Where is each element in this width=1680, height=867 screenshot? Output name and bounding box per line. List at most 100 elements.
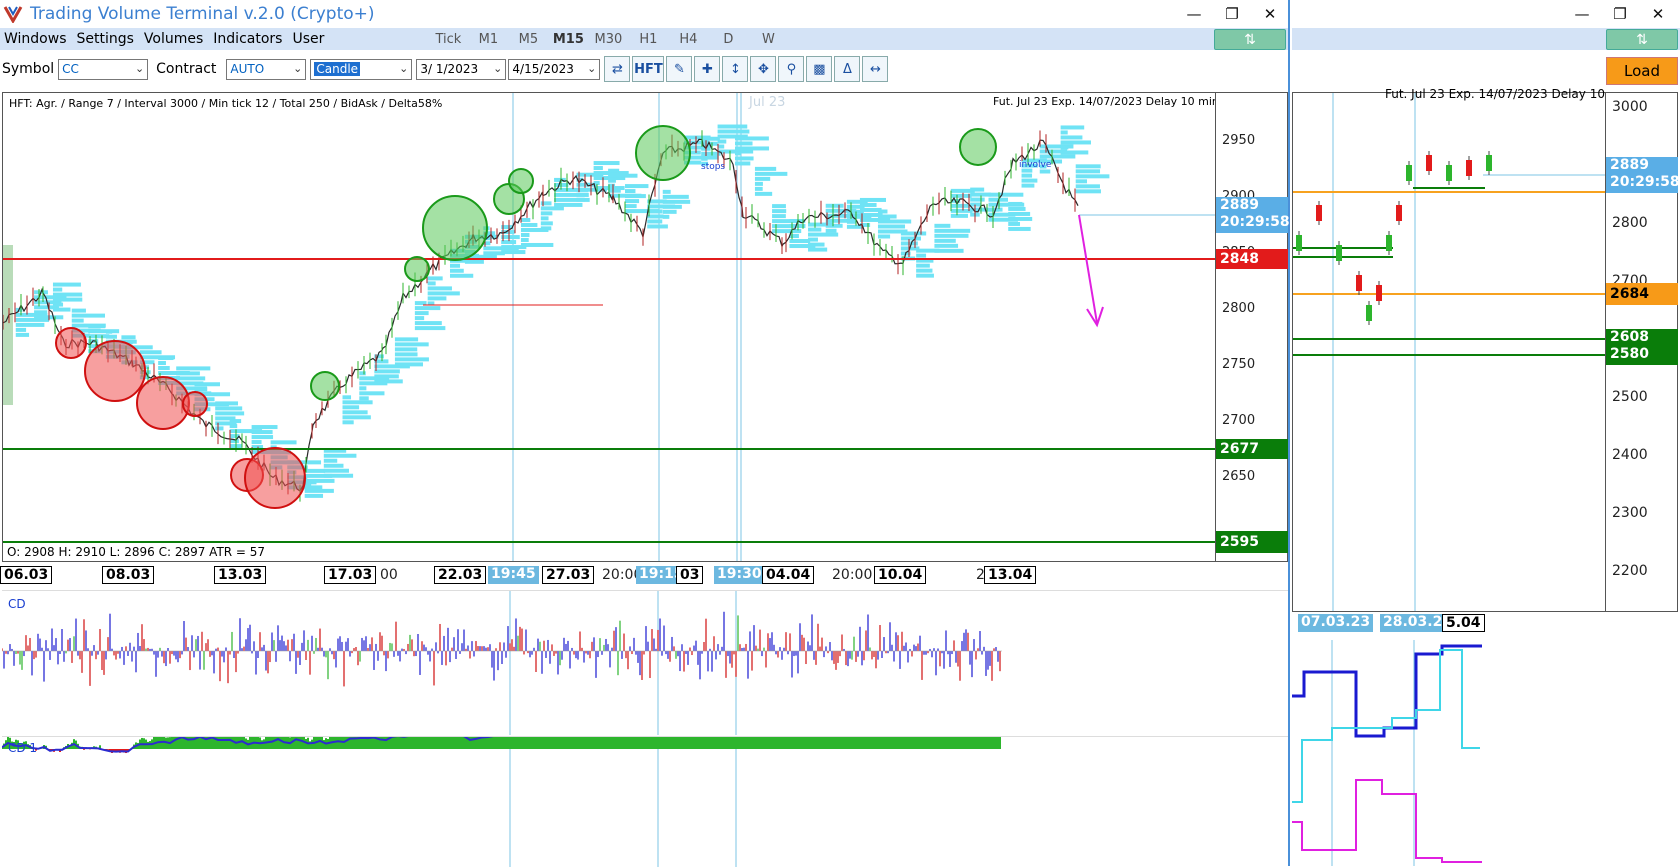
volume-profile-bar [772,224,791,229]
volume-profile-bar [772,204,786,209]
time-axis[interactable]: 06.03 08.03 13.03 17.03 00 22.03 19:45 2… [0,566,1288,588]
forecast-arrow [1078,214,1098,324]
volume-profile-bar [427,281,436,286]
vertical-fit-button[interactable]: ↕ [722,56,749,82]
side-price-axis[interactable]: 3000 2900 2800 2700 2600 2500 2400 2300 … [1605,93,1680,611]
title-bar: Trading Volume Terminal v.2.0 (Crypto+) … [0,0,1288,28]
scroll-tool-button[interactable]: ⇄ [604,56,631,82]
volume-profile-bar [304,488,334,493]
menu-windows[interactable]: Windows [4,31,67,47]
tf-d[interactable]: D [708,32,748,47]
volume-profile-bar [359,391,385,396]
volume-profile-bar [71,313,105,318]
x-label: 19:45 [488,566,539,584]
hft-label: HFT [634,61,663,77]
tf-w[interactable]: W [748,32,788,47]
volume-profile-bar [215,406,243,411]
menu-settings[interactable]: Settings [77,31,134,47]
volume-profile-bar [52,307,71,312]
volume-profile-bar [139,350,162,355]
menu-indicators[interactable]: Indicators [213,31,282,47]
volume-profile-bar [464,259,484,264]
volume-profile-bar [342,410,368,415]
crosshair-button[interactable]: ✚ [694,56,721,82]
tf-tick[interactable]: Tick [428,32,468,47]
volume-profile-bar [754,176,771,181]
hft-button[interactable]: HFT [632,56,665,82]
x-label: 03 [676,566,704,584]
volume-profile-bar [734,151,742,156]
volume-profile-bar [608,178,616,183]
tf-m5[interactable]: M5 [508,32,548,47]
price-axis[interactable]: 2950 2900 2850 2800 2750 2700 2650 28892… [1215,93,1290,561]
contract-select[interactable]: AUTO ⌄ [226,58,307,80]
volume-profile-bar [105,334,117,339]
volume-profile-bar [916,263,930,268]
range-button[interactable]: ↔ [862,56,889,82]
main-chart-canvas[interactable]: stops involve [3,93,1287,561]
volume-profile-bar [900,231,927,236]
menu-user[interactable]: User [292,31,324,47]
volume-profile-bar [251,425,278,430]
refresh-button[interactable]: ⇅ [1214,29,1286,50]
close-button[interactable]: ✕ [1646,2,1670,26]
date-to-picker[interactable]: 4/15/2023 ⌄ [508,58,601,80]
refresh-button[interactable]: ⇅ [1606,29,1678,50]
side-chart[interactable]: Fut. Jul 23 Exp. 14/07/2023 Delay 10 min… [1292,87,1680,612]
volume-profile-bar [1021,173,1033,178]
sell-bubble [182,391,208,417]
volume-profile-bar [1039,169,1051,174]
x-label: 04.04 [762,566,815,584]
draw-tool-button[interactable]: ✎ [666,56,693,82]
tf-m15[interactable]: M15 [548,32,588,47]
side-candle-body [1426,155,1432,171]
minimize-button[interactable]: — [1182,2,1206,26]
maximize-button[interactable]: ❐ [1220,2,1244,26]
volume-profile-bar [1021,178,1038,183]
volume-profile-bar [342,405,360,410]
maximize-button[interactable]: ❐ [1608,2,1632,26]
volume-profile-bar [1060,140,1091,145]
menu-volumes[interactable]: Volumes [144,31,203,47]
volume-profile-bar [1060,150,1089,155]
side-chart-canvas[interactable] [1293,93,1605,611]
y-tick: 2700 [1222,413,1256,428]
main-chart[interactable]: stops involve HFT: Agr. / Range 7 / Inte… [2,92,1290,562]
profile-button[interactable]: ▩ [806,56,833,82]
volume-profile-bar [427,291,460,296]
move-tool-button[interactable]: ✥ [750,56,777,82]
volume-profile-bar [414,301,427,306]
volume-profile-bar [647,219,663,224]
refresh-icon: ⇅ [1244,31,1256,48]
symbol-select[interactable]: CC ⌄ [58,58,149,80]
volume-profile-bar [576,197,585,202]
volume-profile-bar [625,189,636,194]
side-time-axis[interactable]: 07.03.23 28.03.23 5.04 [1292,614,1680,636]
volume-profile-bar [608,173,638,178]
volume-profile-bar [734,161,751,166]
chart-type-select[interactable]: Candle ⌄ [310,58,413,80]
date-from-picker[interactable]: 3/ 1/2023 ⌄ [416,58,507,80]
delta-button[interactable]: Δ [834,56,861,82]
volume-profile-bar [176,371,200,376]
volume-profile-bar [1060,145,1069,150]
close-button[interactable]: ✕ [1258,2,1282,26]
volume-profile-bar [734,146,770,151]
tf-h1[interactable]: H1 [628,32,668,47]
contract-info: Fut. Jul 23 Exp. 14/07/2023 Delay 10 min [993,95,1215,108]
volume-profile-bar [647,224,668,229]
minimize-button[interactable]: — [1570,2,1594,26]
cd1-panel[interactable]: CD 1 [2,736,1288,867]
side-candle-body [1446,165,1452,181]
load-button[interactable]: Load [1606,57,1678,85]
cd-panel[interactable]: CD [2,590,1288,735]
x-label: 13.03 [214,566,267,584]
volume-profile-bar [900,236,921,241]
zoom-button[interactable]: ⚲ [778,56,805,82]
volume-profile-bar [251,440,262,445]
volume-profile-bar [1075,164,1101,169]
side-candle-body [1296,235,1302,251]
tf-m1[interactable]: M1 [468,32,508,47]
tf-m30[interactable]: M30 [588,32,628,47]
tf-h4[interactable]: H4 [668,32,708,47]
